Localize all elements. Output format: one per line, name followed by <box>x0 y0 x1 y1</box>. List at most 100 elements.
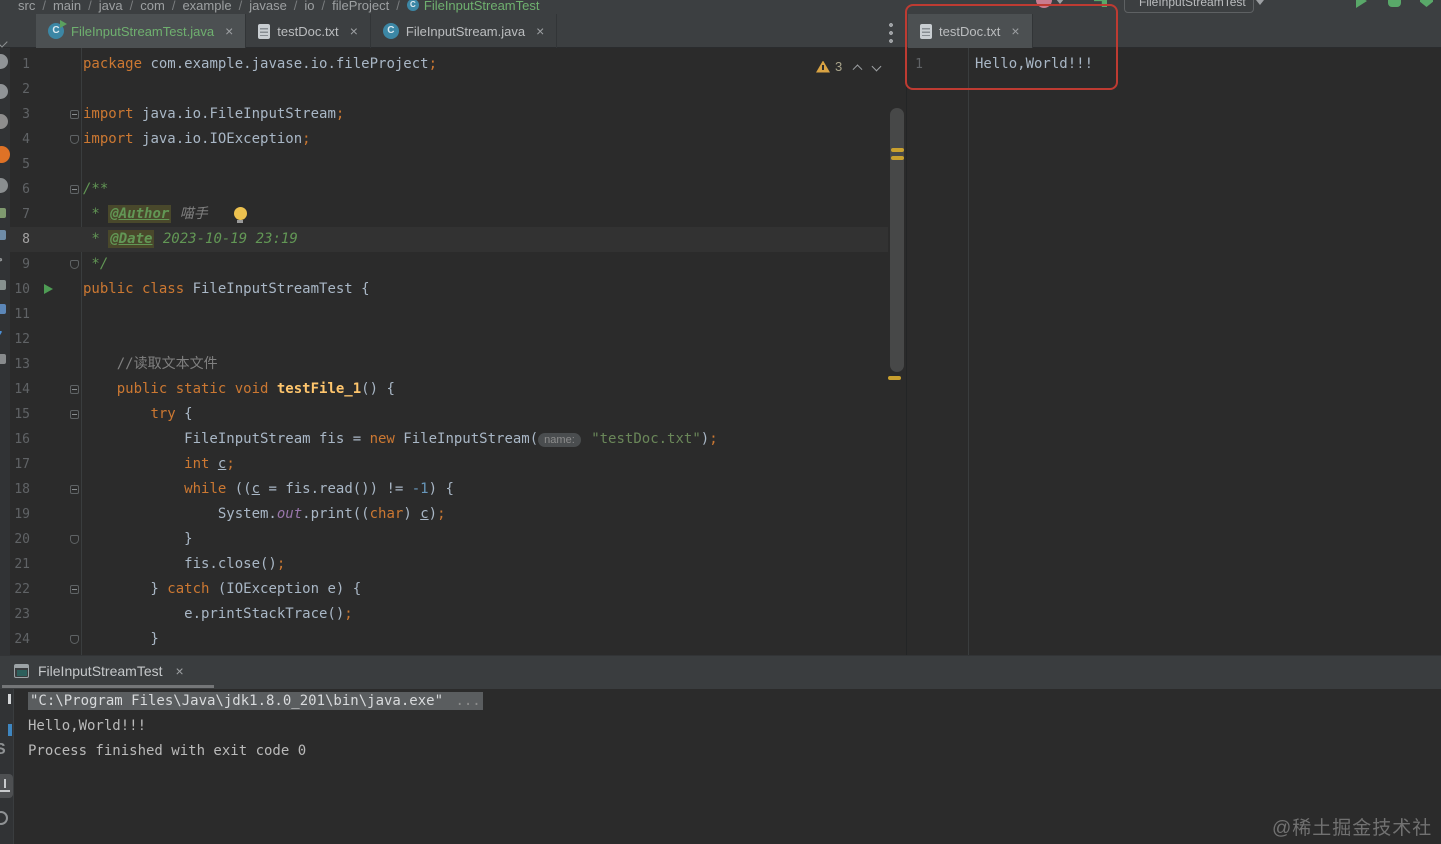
code-line: 9 */ <box>10 252 888 277</box>
line-number[interactable]: 6 <box>10 177 30 202</box>
line-number[interactable]: 2 <box>10 77 30 102</box>
run-gutter-icon[interactable] <box>44 284 53 294</box>
editor-tab[interactable]: testDoc.txt × <box>908 14 1033 48</box>
preview-editor[interactable]: 1 Hello,World!!! <box>907 48 1441 655</box>
console-text: ... <box>445 692 483 710</box>
close-icon[interactable]: × <box>176 663 184 679</box>
line-number[interactable]: 18 <box>10 477 30 502</box>
editor-tab-label: testDoc.txt <box>277 23 339 39</box>
breadcrumb-item[interactable]: com <box>140 0 165 13</box>
line-number[interactable]: 21 <box>10 552 30 577</box>
code-editor[interactable]: 1 package com.example.javase.io.fileProje… <box>10 48 906 655</box>
fold-icon[interactable] <box>70 185 79 194</box>
line-number[interactable]: 4 <box>10 127 30 152</box>
breadcrumb-item[interactable]: src <box>18 0 35 13</box>
avatar[interactable] <box>1036 0 1052 8</box>
editor-tab[interactable]: C FileInputStreamTest.java × <box>36 14 247 48</box>
breadcrumb-item[interactable]: fileProject <box>332 0 389 13</box>
breadcrumb-item[interactable]: main <box>53 0 81 13</box>
code-token: package <box>83 56 151 72</box>
editor-tab[interactable]: C FileInputStream.java × <box>371 14 558 48</box>
fold-icon[interactable] <box>70 385 79 394</box>
previous-warning-icon[interactable] <box>852 64 863 75</box>
line-number[interactable]: 22 <box>10 577 30 602</box>
fold-icon[interactable] <box>70 635 79 644</box>
line-number[interactable]: 10 <box>10 277 30 302</box>
tab-close-icon[interactable]: × <box>225 23 233 39</box>
lightbulb-icon[interactable] <box>233 207 247 223</box>
fold-icon[interactable] <box>70 485 79 494</box>
chevron-down-icon[interactable] <box>1056 0 1064 4</box>
warning-icon <box>816 60 830 73</box>
line-number[interactable]: 15 <box>10 402 30 427</box>
debug-button[interactable] <box>1388 0 1401 7</box>
code-line: 23 e.printStackTrace(); <box>10 602 888 627</box>
coverage-button[interactable] <box>1420 0 1433 7</box>
line-number[interactable]: 20 <box>10 527 30 552</box>
line-number[interactable]: 1 <box>907 52 923 77</box>
fold-icon[interactable] <box>70 110 79 119</box>
line-number[interactable]: 9 <box>10 252 30 277</box>
warning-stripe-mark[interactable] <box>891 148 904 152</box>
run-configuration-select[interactable]: FileInputStreamTest <box>1124 0 1264 13</box>
settings-icon[interactable] <box>0 811 8 825</box>
left-edge-icon-fragment: > <box>0 252 3 267</box>
line-number[interactable]: 11 <box>10 302 30 327</box>
line-number[interactable]: 1 <box>10 52 30 77</box>
tab-close-icon[interactable]: × <box>1011 23 1019 39</box>
line-number[interactable]: 5 <box>10 152 30 177</box>
line-number[interactable]: 14 <box>10 377 30 402</box>
code-text: Hello,World!!! <box>975 52 1093 77</box>
breadcrumb-item[interactable]: io <box>304 0 314 13</box>
code-token: ) <box>700 431 710 447</box>
run-button[interactable] <box>1356 0 1367 8</box>
fold-icon[interactable] <box>70 535 79 544</box>
code-token: public class <box>83 281 193 297</box>
code-token: int <box>184 456 218 472</box>
more-options-icon[interactable] <box>889 21 893 43</box>
code-token: 喵手 <box>171 206 208 222</box>
code-token: @Author <box>108 205 172 223</box>
fold-icon[interactable] <box>70 410 79 419</box>
console-output[interactable]: "C:\Program Files\Java\jdk1.8.0_201\bin\… <box>28 689 483 764</box>
line-number[interactable]: 16 <box>10 427 30 452</box>
next-warning-icon[interactable] <box>871 61 882 72</box>
console-line: Process finished with exit code 0 <box>28 739 483 764</box>
line-number[interactable]: 19 <box>10 502 30 527</box>
line-number[interactable]: 17 <box>10 452 30 477</box>
code-text: int c; <box>83 452 235 477</box>
breadcrumb-item[interactable]: C FileInputStreamTest <box>406 0 539 13</box>
fold-icon[interactable] <box>70 585 79 594</box>
line-number[interactable]: 13 <box>10 352 30 377</box>
breadcrumb-item[interactable]: java <box>99 0 123 13</box>
run-tool-window: FileInputStreamTest × S "C:\Program File… <box>0 655 1441 844</box>
line-number[interactable]: 7 <box>10 202 30 227</box>
editor-tab[interactable]: testDoc.txt × <box>246 14 371 48</box>
line-number[interactable]: 12 <box>10 327 30 352</box>
scroll-to-end-icon[interactable] <box>0 774 13 798</box>
fold-icon[interactable] <box>70 260 79 269</box>
line-number[interactable]: 8 <box>10 227 30 252</box>
breadcrumb-item[interactable]: javase <box>249 0 287 13</box>
rerun-icon[interactable]: S <box>0 741 6 759</box>
left-edge-icon-fragment <box>0 178 8 193</box>
line-number[interactable]: 23 <box>10 602 30 627</box>
tab-close-icon[interactable]: × <box>536 23 544 39</box>
fold-icon[interactable] <box>70 135 79 144</box>
run-tab[interactable]: FileInputStreamTest × <box>6 656 192 686</box>
ide-window: src / main / java / com / example / javase / io / file… <box>0 0 1441 844</box>
code-token: new <box>369 431 395 447</box>
code-line: 17 int c; <box>10 452 888 477</box>
inspections-widget[interactable]: 3 <box>816 59 882 75</box>
warning-stripe-mark[interactable] <box>888 376 901 380</box>
tab-close-icon[interactable]: × <box>350 23 358 39</box>
breadcrumb-item[interactable]: example <box>182 0 231 13</box>
left-edge-icon-fragment <box>0 230 6 240</box>
code-line: 3 import java.io.FileInputStream; <box>10 102 888 127</box>
build-hammer-icon[interactable] <box>1094 0 1107 7</box>
warning-stripe-mark[interactable] <box>891 156 904 160</box>
left-edge-icon-fragment <box>0 146 10 163</box>
line-number[interactable]: 24 <box>10 627 30 652</box>
line-number[interactable]: 3 <box>10 102 30 127</box>
code-line: 1 package com.example.javase.io.fileProje… <box>10 52 888 77</box>
